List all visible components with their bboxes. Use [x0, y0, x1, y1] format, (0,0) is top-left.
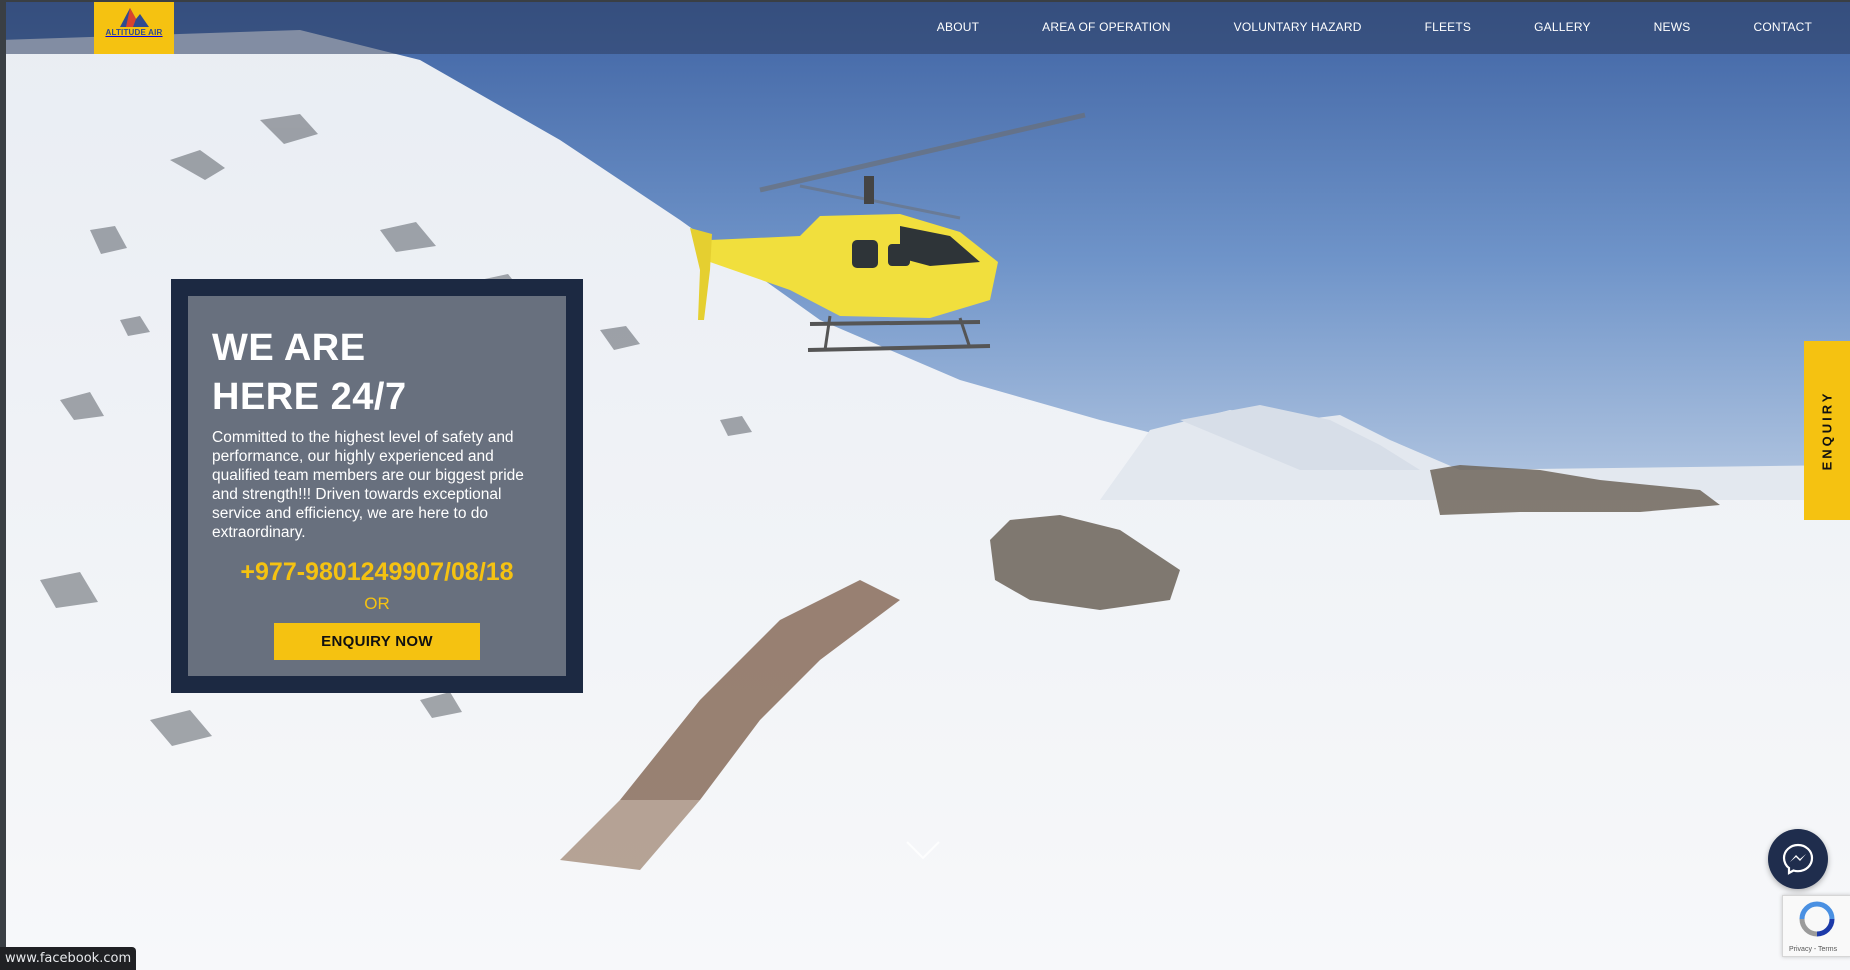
recaptcha-terms-text[interactable]: Privacy - Terms — [1789, 946, 1837, 953]
nav-link-contact[interactable]: CONTACT — [1753, 20, 1812, 34]
site-logo[interactable]: ALTITUDE AIR — [94, 2, 174, 54]
main-navigation: ABOUT AREA OF OPERATION VOLUNTARY HAZARD… — [874, 0, 1812, 54]
logo-mountain-icon — [120, 8, 149, 27]
messenger-chat-button[interactable] — [1768, 829, 1828, 889]
logo-wordmark: ALTITUDE AIR — [105, 28, 163, 37]
nav-link-about[interactable]: ABOUT — [937, 20, 979, 34]
hero-info-card: WE ARE HERE 24/7 Committed to the highes… — [171, 279, 583, 693]
hero-description: Committed to the highest level of safety… — [212, 429, 524, 541]
hero-or-separator: OR — [364, 594, 390, 613]
messenger-icon — [1782, 843, 1814, 875]
hero-info-card-body: WE ARE HERE 24/7 Committed to the highes… — [188, 296, 566, 676]
hero-title-line1: WE ARE — [212, 327, 366, 369]
nav-link-gallery[interactable]: GALLERY — [1534, 20, 1591, 34]
recaptcha-icon — [1799, 901, 1835, 937]
hero-title: WE ARE HERE 24/7 — [212, 324, 552, 422]
hero-phone-number[interactable]: +977-9801249907/08/18 — [188, 558, 566, 587]
recaptcha-badge[interactable]: Privacy - Terms — [1782, 895, 1850, 957]
nav-link-news[interactable]: NEWS — [1654, 20, 1691, 34]
nav-link-voluntary-hazard[interactable]: VOLUNTARY HAZARD — [1234, 20, 1362, 34]
hero-title-line2: HERE 24/7 — [212, 376, 407, 418]
page: ABOUT AREA OF OPERATION VOLUNTARY HAZARD… — [0, 0, 1850, 970]
scroll-down-chevron-icon[interactable] — [905, 840, 941, 862]
enquiry-now-button[interactable]: ENQUIRY NOW — [274, 623, 480, 660]
nav-link-fleets[interactable]: FLEETS — [1425, 20, 1472, 34]
top-navbar: ABOUT AREA OF OPERATION VOLUNTARY HAZARD… — [6, 0, 1850, 54]
side-enquiry-tab[interactable]: ENQUIRY — [1804, 341, 1850, 520]
nav-link-area-of-operation[interactable]: AREA OF OPERATION — [1042, 20, 1171, 34]
window-frame-top — [0, 0, 1850, 2]
side-enquiry-label: ENQUIRY — [1819, 390, 1835, 471]
window-frame-left — [0, 0, 6, 970]
browser-status-url: www.facebook.com — [0, 947, 137, 970]
